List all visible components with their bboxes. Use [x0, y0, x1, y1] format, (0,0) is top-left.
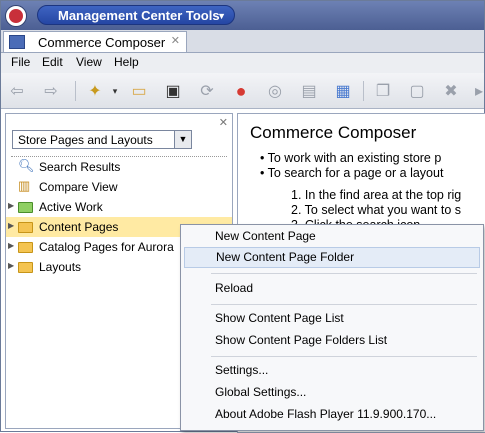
search-icon: 🔍︎ — [18, 158, 35, 173]
save-icon[interactable]: ▣ — [163, 81, 183, 101]
tree-item-label: Compare View — [39, 180, 118, 194]
menu-item-show-content-page-list[interactable]: Show Content Page List — [181, 308, 483, 329]
bullet-text: To work with an existing store p — [267, 151, 442, 165]
tab-label: Commerce Composer — [38, 35, 166, 50]
close-icon[interactable]: ✕ — [171, 34, 180, 47]
open-folder-icon[interactable]: ▭ — [129, 81, 149, 101]
toolbar-separator — [363, 81, 364, 101]
stop-icon[interactable]: ● — [231, 81, 251, 101]
toolbar-separator — [75, 81, 76, 101]
composer-icon — [9, 35, 25, 49]
back-icon[interactable]: ⇦ — [7, 81, 27, 101]
more-icon[interactable]: ▸ — [469, 81, 485, 101]
tree-item-active-work[interactable]: ▶ Active Work — [6, 197, 232, 217]
active-work-icon — [18, 200, 34, 214]
tab-commerce-composer[interactable]: Commerce Composer ✕ — [3, 31, 187, 52]
compare-icon: ▥ — [18, 178, 31, 193]
menu-item-label: Global Settings... — [215, 385, 307, 399]
application-window: Management Center Tools ▼ Commerce Compo… — [0, 0, 485, 433]
menu-view[interactable]: View — [76, 55, 102, 69]
menu-item-label: New Content Page — [215, 229, 316, 243]
expand-arrow-icon[interactable]: ▶ — [8, 241, 14, 250]
menu-separator — [211, 356, 477, 357]
step-1: 1. In the find area at the top rig — [291, 188, 462, 202]
new-icon[interactable]: ✦ — [85, 81, 105, 101]
tree-item-label: Content Pages — [39, 220, 119, 234]
tree-item-label: Search Results — [39, 160, 121, 174]
view-select-value: Store Pages and Layouts — [18, 133, 153, 147]
menu-item-label: Show Content Page List — [215, 311, 344, 325]
menu-item-label: Show Content Page Folders List — [215, 333, 388, 347]
chevron-down-icon[interactable]: ▼ — [174, 131, 191, 148]
tree-item-search-results[interactable]: 🔍︎ Search Results — [6, 157, 232, 177]
menu-separator — [211, 304, 477, 305]
menu-bar: File Edit View Help — [1, 53, 484, 73]
app-title: Management Center Tools — [58, 8, 220, 23]
menu-item-reload[interactable]: Reload — [181, 278, 483, 299]
globe-icon[interactable]: ◎ — [265, 81, 285, 101]
folder-icon — [18, 260, 34, 274]
preview-icon[interactable]: ▦ — [333, 81, 353, 101]
forward-icon[interactable]: ⇨ — [41, 81, 61, 101]
menu-item-show-content-page-folders-list[interactable]: Show Content Page Folders List — [181, 330, 483, 351]
menu-item-new-content-page-folder[interactable]: New Content Page Folder — [184, 247, 480, 268]
bullet-2: • To search for a page or a layout — [260, 166, 444, 180]
list-icon[interactable]: ▤ — [299, 81, 319, 101]
toolbar: ⇦ ⇨ ✦ ▾ ▭ ▣ ⟳ ● ◎ ▤ ▦ ❐ ▢ ✖ ▸ — [1, 73, 484, 109]
management-center-tools-button[interactable]: Management Center Tools ▼ — [37, 5, 235, 25]
chevron-down-icon: ▼ — [217, 11, 226, 21]
tree-item-compare-view[interactable]: ▥ Compare View — [6, 177, 232, 197]
expand-arrow-icon[interactable]: ▶ — [8, 201, 14, 210]
menu-item-settings[interactable]: Settings... — [181, 360, 483, 381]
tree-item-label: Active Work — [39, 200, 103, 214]
welcome-title: Commerce Composer — [250, 123, 417, 142]
folder-icon — [18, 220, 34, 234]
paste-icon[interactable]: ▢ — [407, 81, 427, 101]
new-dropdown-icon[interactable]: ▾ — [105, 81, 125, 101]
step-2: 2. To select what you want to s — [291, 203, 462, 217]
bullet-text: To search for a page or a layout — [267, 166, 444, 180]
tab-bar: Commerce Composer ✕ — [1, 30, 484, 53]
bullet-1: • To work with an existing store p — [260, 151, 442, 165]
menu-edit[interactable]: Edit — [42, 55, 63, 69]
menu-item-label: New Content Page Folder — [216, 250, 355, 264]
tree-item-label: Catalog Pages for Aurora — [39, 240, 174, 254]
delete-icon[interactable]: ✖ — [441, 81, 461, 101]
expand-arrow-icon[interactable]: ▶ — [8, 221, 14, 230]
context-menu: New Content Page New Content Page Folder… — [180, 224, 484, 431]
menu-item-label: Reload — [215, 281, 254, 295]
view-select[interactable]: Store Pages and Layouts ▼ — [12, 130, 192, 149]
home-icon[interactable] — [5, 5, 27, 27]
menu-help[interactable]: Help — [114, 55, 139, 69]
menu-item-new-content-page[interactable]: New Content Page — [181, 226, 483, 247]
copy-icon[interactable]: ❐ — [373, 81, 393, 101]
menu-item-label: Settings... — [215, 363, 269, 377]
menu-item-about-flash-player[interactable]: About Adobe Flash Player 11.9.900.170... — [181, 404, 483, 425]
close-icon[interactable]: ✕ — [219, 116, 228, 129]
menu-separator — [211, 273, 477, 274]
refresh-icon[interactable]: ⟳ — [197, 81, 217, 101]
tree-item-label: Layouts — [39, 260, 82, 274]
menu-item-label: About Adobe Flash Player 11.9.900.170... — [215, 407, 437, 421]
menu-item-global-settings[interactable]: Global Settings... — [181, 382, 483, 403]
top-bar: Management Center Tools ▼ — [1, 1, 484, 30]
folder-icon — [18, 240, 34, 254]
menu-file[interactable]: File — [11, 55, 30, 69]
expand-arrow-icon[interactable]: ▶ — [8, 261, 14, 270]
